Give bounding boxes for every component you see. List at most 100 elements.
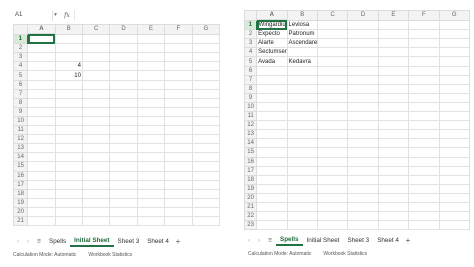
tab-sheet-4[interactable]: Sheet 4: [373, 234, 403, 246]
cell-F15[interactable]: [408, 147, 440, 158]
cell-D6[interactable]: [109, 79, 138, 90]
cell-B16[interactable]: [286, 156, 318, 167]
cell-C8[interactable]: [81, 97, 111, 108]
cell-E3[interactable]: [136, 52, 166, 63]
cell-F20[interactable]: [408, 192, 440, 203]
cell-D15[interactable]: [347, 147, 379, 158]
cell-G2[interactable]: [438, 29, 470, 40]
column-header-G[interactable]: G: [191, 24, 221, 35]
row-header-21[interactable]: 21: [12, 215, 29, 227]
row-header-14[interactable]: 14: [12, 152, 29, 163]
cell-E14[interactable]: [377, 138, 410, 149]
add-sheet-icon[interactable]: +: [403, 236, 413, 245]
cell-E1[interactable]: [136, 33, 166, 45]
cell-B19[interactable]: [54, 197, 83, 208]
cell-D22[interactable]: [347, 211, 379, 222]
cell-C9[interactable]: [316, 92, 349, 103]
cell-B16[interactable]: [54, 170, 83, 181]
tab-initial-sheet[interactable]: Initial Sheet: [70, 235, 114, 247]
cell-F4[interactable]: [164, 61, 193, 72]
cell-D4[interactable]: [347, 47, 379, 58]
cell-E11[interactable]: [136, 125, 166, 136]
cell-B18[interactable]: [286, 174, 318, 185]
cell-C14[interactable]: [316, 138, 349, 149]
cell-D1[interactable]: [109, 33, 138, 45]
cell-E16[interactable]: [377, 156, 410, 167]
row-header-14[interactable]: 14: [243, 138, 258, 149]
cell-E17[interactable]: [377, 165, 410, 176]
row-header-8[interactable]: 8: [243, 83, 258, 94]
cell-G19[interactable]: [438, 183, 470, 194]
cell-E13[interactable]: [136, 143, 166, 154]
row-header-19[interactable]: 19: [12, 197, 29, 208]
cell-B1[interactable]: Leviosa: [286, 19, 318, 31]
cell-G2[interactable]: [191, 43, 221, 54]
cell-F7[interactable]: [164, 88, 193, 99]
cell-B2[interactable]: [54, 43, 83, 54]
cell-C5[interactable]: [316, 56, 349, 67]
menu-icon[interactable]: ≡: [33, 238, 45, 245]
cell-C6[interactable]: [81, 79, 111, 90]
cell-E6[interactable]: [377, 65, 410, 76]
cell-F12[interactable]: [164, 134, 193, 145]
row-header-19[interactable]: 19: [243, 183, 258, 194]
cell-D10[interactable]: [109, 115, 138, 127]
chevron-left-icon[interactable]: ‹: [244, 237, 254, 244]
cell-A19[interactable]: [256, 183, 288, 194]
cell-B14[interactable]: [54, 152, 83, 163]
cell-E18[interactable]: [136, 188, 166, 199]
cell-F21[interactable]: [164, 215, 193, 227]
cell-A4[interactable]: [27, 61, 56, 72]
row-header-22[interactable]: 22: [243, 211, 258, 222]
column-header-B[interactable]: B: [54, 24, 83, 35]
cell-E4[interactable]: [377, 47, 410, 58]
cell-A8[interactable]: [27, 97, 56, 108]
cell-E21[interactable]: [136, 215, 166, 227]
cell-F18[interactable]: [164, 188, 193, 199]
cell-F5[interactable]: [164, 70, 193, 81]
cell-D7[interactable]: [347, 74, 379, 85]
cell-G11[interactable]: [438, 111, 470, 122]
cell-F9[interactable]: [408, 92, 440, 103]
cell-A17[interactable]: [256, 165, 288, 176]
cell-C16[interactable]: [316, 156, 349, 167]
cell-C4[interactable]: [316, 47, 349, 58]
column-header-F[interactable]: F: [164, 24, 193, 35]
cell-B7[interactable]: [54, 88, 83, 99]
cell-A18[interactable]: [27, 188, 56, 199]
function-icon[interactable]: fx: [60, 12, 74, 19]
cell-C5[interactable]: [81, 70, 111, 81]
cell-B11[interactable]: [286, 111, 318, 122]
cell-C19[interactable]: [316, 183, 349, 194]
cell-E5[interactable]: [377, 56, 410, 67]
cell-A7[interactable]: [256, 74, 288, 85]
cell-A1[interactable]: Wingardiu: [256, 19, 288, 31]
cell-G8[interactable]: [438, 83, 470, 94]
tab-initial-sheet[interactable]: Initial Sheet: [303, 234, 344, 246]
cell-D8[interactable]: [347, 83, 379, 94]
cell-D3[interactable]: [109, 52, 138, 63]
cell-C13[interactable]: [81, 143, 111, 154]
cell-E23[interactable]: [377, 220, 410, 231]
cell-D13[interactable]: [347, 129, 379, 140]
cell-A3[interactable]: [27, 52, 56, 63]
cell-B2[interactable]: Patronum: [286, 29, 318, 40]
cell-C3[interactable]: [81, 52, 111, 63]
row-header-18[interactable]: 18: [243, 174, 258, 185]
cell-C10[interactable]: [316, 101, 349, 113]
cell-G5[interactable]: [191, 70, 221, 81]
cell-F3[interactable]: [164, 52, 193, 63]
cell-E8[interactable]: [136, 97, 166, 108]
cell-E1[interactable]: [377, 19, 410, 31]
cell-C7[interactable]: [316, 74, 349, 85]
cell-D14[interactable]: [347, 138, 379, 149]
cell-A10[interactable]: [256, 101, 288, 113]
cell-B21[interactable]: [54, 215, 83, 227]
row-header-12[interactable]: 12: [12, 134, 29, 145]
row-header-10[interactable]: 10: [243, 101, 258, 113]
cell-D5[interactable]: [347, 56, 379, 67]
cell-A10[interactable]: [27, 115, 56, 127]
row-header-8[interactable]: 8: [12, 97, 29, 108]
cell-G20[interactable]: [438, 192, 470, 203]
select-all-corner[interactable]: [12, 24, 29, 35]
